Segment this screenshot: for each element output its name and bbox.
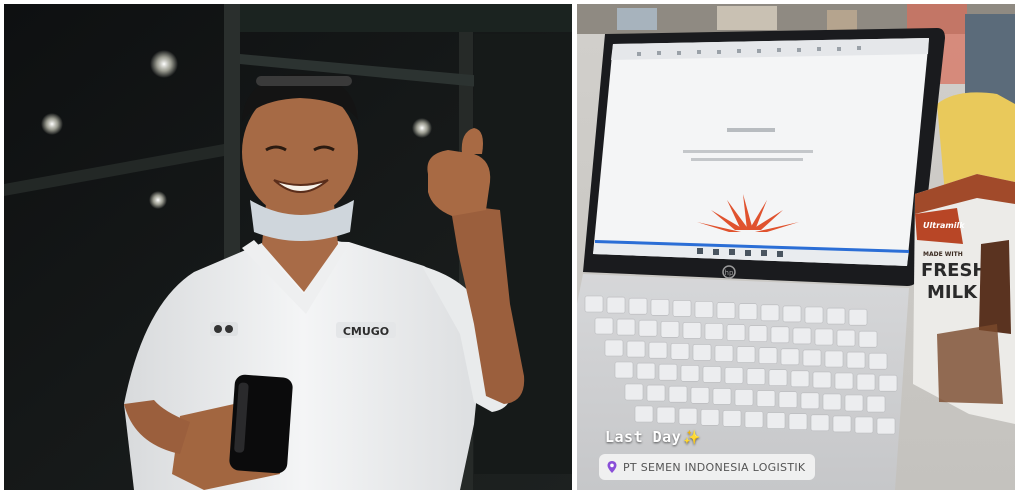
keyboard-key — [678, 407, 698, 425]
keyboard-key — [616, 318, 636, 336]
man-thumbs-up-photo: CMUGO — [4, 4, 572, 490]
keyboard-key — [848, 308, 868, 326]
location-sticker[interactable]: PT SEMEN INDONESIA LOGISTIK — [599, 454, 816, 480]
svg-text:hp: hp — [725, 269, 734, 277]
keyboard-key — [604, 339, 624, 357]
keyboard-key — [692, 344, 712, 361]
keyboard-key — [724, 367, 744, 384]
keyboard-key — [792, 327, 812, 345]
keyboard-key — [736, 346, 756, 363]
keyboard-key — [824, 350, 844, 368]
keyboard-key — [766, 412, 786, 429]
keyboard-key — [878, 374, 898, 392]
keyboard-key — [868, 352, 888, 370]
keyboard-key — [814, 328, 834, 346]
ceiling-light — [149, 191, 167, 209]
keyboard-key — [656, 406, 676, 424]
keyboard-key — [700, 408, 720, 426]
keyboard-key — [822, 393, 842, 411]
keyboard-key — [836, 329, 856, 347]
story-caption: Last Day ✨ — [605, 428, 701, 446]
keyboard-key — [614, 361, 634, 379]
keyboard-key — [748, 325, 768, 343]
keyboard-key — [760, 304, 780, 322]
keyboard-key — [690, 386, 710, 404]
keyboard-key — [746, 368, 766, 385]
shirt-logo-text: CMUGO — [343, 325, 389, 338]
story-caption-text: Last Day — [605, 428, 682, 446]
keyboard-key — [770, 326, 790, 344]
keyboard-key — [804, 306, 824, 324]
left-photo: CMUGO — [4, 4, 572, 490]
thumbs-up-hand — [427, 150, 491, 216]
keyboard-key — [790, 370, 810, 388]
keyboard-key — [800, 392, 820, 410]
ceiling-light — [41, 113, 63, 135]
ceiling-light — [412, 118, 432, 138]
keyboard-key — [650, 298, 670, 316]
keyboard-key — [594, 317, 614, 335]
keyboard-key — [628, 297, 648, 315]
keyboard-key — [756, 390, 776, 407]
keyboard-key — [782, 305, 802, 323]
keyboard-key — [744, 411, 764, 428]
keyboard-key — [768, 369, 788, 387]
keyboard-key — [660, 320, 680, 338]
keyboard-key — [722, 410, 742, 427]
keyboard-key — [734, 389, 754, 406]
keyboard-key — [810, 414, 830, 432]
keyboard-key — [638, 319, 658, 337]
keyboard-key — [634, 405, 654, 423]
keyboard-key — [802, 349, 822, 367]
ceiling-light — [150, 50, 178, 78]
svg-text:MADE WITH: MADE WITH — [923, 251, 963, 258]
keyboard-key — [704, 323, 724, 340]
sparkles-icon: ✨ — [683, 430, 702, 446]
map-pin-icon — [607, 461, 617, 473]
keyboard-key — [738, 303, 758, 321]
keyboard-key — [846, 351, 866, 369]
keyboard-key — [866, 395, 886, 413]
keyboard-key — [844, 394, 864, 412]
keyboard-key — [658, 363, 678, 381]
keyboard-key — [624, 383, 644, 401]
keyboard-key — [646, 384, 666, 402]
keyboard-key — [636, 362, 656, 380]
keyboard-key — [778, 391, 798, 409]
keyboard-key — [716, 302, 736, 319]
right-photo: hp Ultramilk MADE WITH FRESH MILK Last D… — [577, 4, 1015, 490]
keyboard-key — [668, 385, 688, 403]
keyboard-key — [714, 345, 734, 362]
keyboard-key — [876, 417, 896, 435]
keyboard-key — [858, 330, 878, 348]
carton-text-fresh: FRESH — [921, 260, 987, 281]
keyboard-key — [812, 371, 832, 389]
keyboard-key — [758, 347, 778, 365]
keyboard-key — [834, 372, 854, 390]
keyboard-key — [788, 413, 808, 431]
keyboard-key — [680, 364, 700, 382]
keyboard-key — [648, 341, 668, 359]
keyboard-key — [726, 324, 746, 341]
svg-text:Ultramilk: Ultramilk — [923, 221, 965, 230]
keyboard-key — [826, 307, 846, 325]
keyboard-key — [682, 322, 702, 339]
keyboard-key — [626, 340, 646, 358]
keyboard-key — [670, 342, 690, 360]
keyboard-key — [584, 295, 604, 313]
keyboard-key — [694, 301, 714, 318]
keyboard-key — [712, 388, 732, 405]
keyboard-key — [780, 348, 800, 366]
laptop-desk-photo: hp Ultramilk MADE WITH FRESH MILK — [577, 4, 1015, 490]
location-label: PT SEMEN INDONESIA LOGISTIK — [623, 460, 806, 474]
keyboard-key — [856, 373, 876, 391]
keyboard-key — [702, 366, 722, 383]
keyboard-key — [832, 415, 852, 433]
carton-text-milk: MILK — [927, 282, 978, 303]
keyboard-key — [672, 300, 692, 317]
keyboard-key — [854, 416, 874, 434]
keyboard-key — [606, 296, 626, 314]
